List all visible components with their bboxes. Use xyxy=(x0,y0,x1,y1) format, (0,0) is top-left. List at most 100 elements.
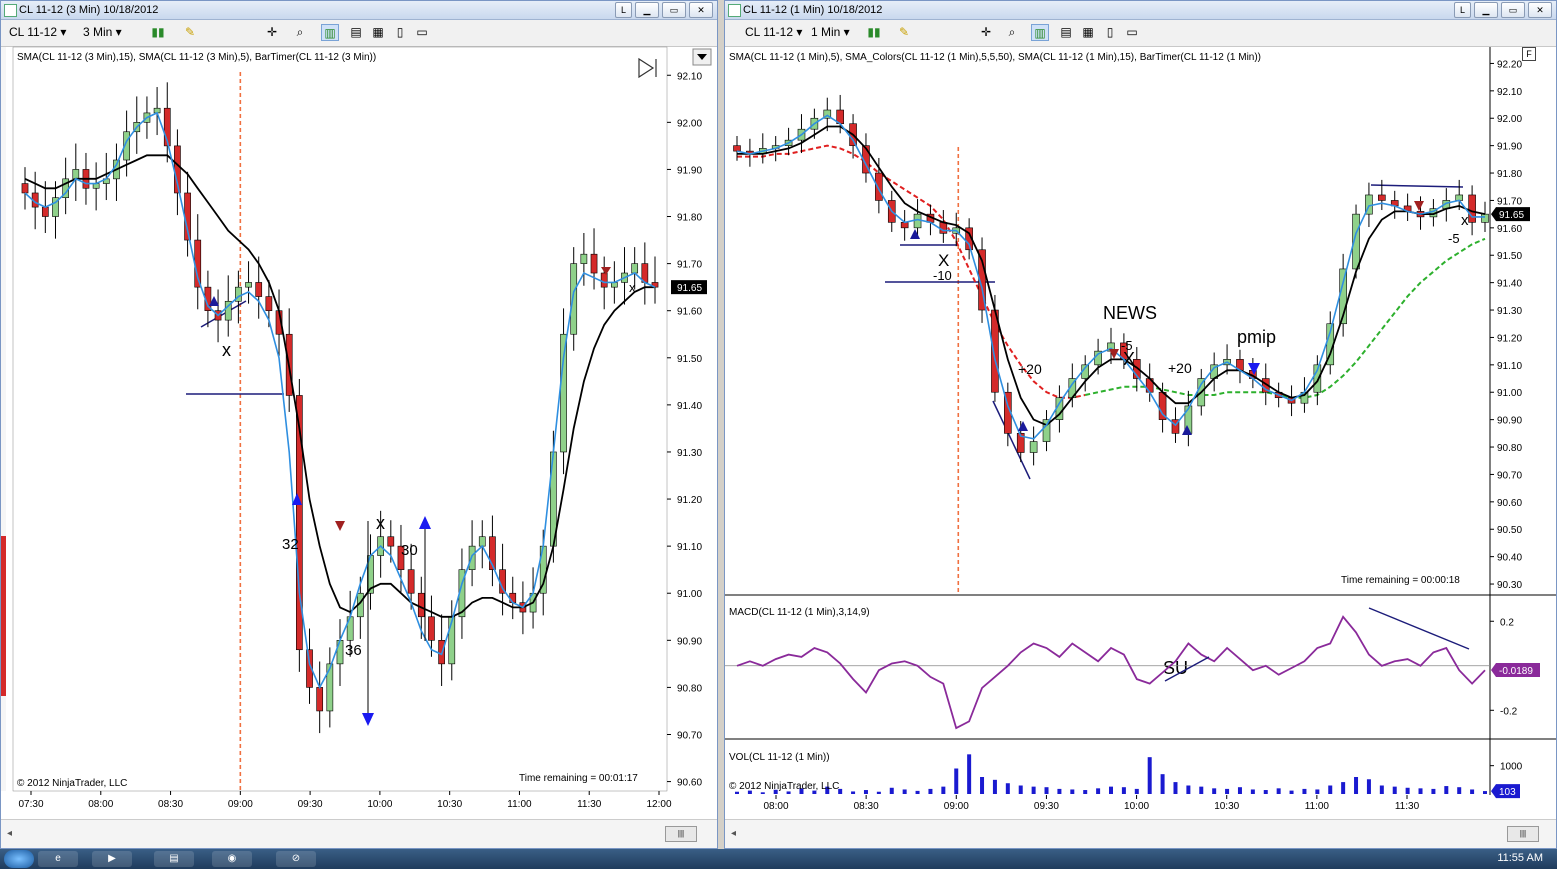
y-tick-label: 92.20 xyxy=(1497,59,1522,70)
y-tick-label: 90.50 xyxy=(1497,525,1522,536)
chart-annotation: 32 xyxy=(282,536,299,553)
volume-bar xyxy=(902,789,907,794)
chart-annotation: x xyxy=(376,513,385,533)
left-edge-marker xyxy=(1,536,6,696)
y-tick-label: 92.00 xyxy=(677,118,702,129)
volume-bar xyxy=(1263,790,1268,794)
volume-bar xyxy=(1250,789,1255,794)
candle-body xyxy=(560,333,567,453)
taskbar-media-icon[interactable]: ▶ xyxy=(92,851,132,867)
volume-bar xyxy=(1237,787,1242,794)
volume-bar xyxy=(1379,785,1384,794)
volume-bar xyxy=(1315,789,1320,794)
volume-bar xyxy=(735,791,739,794)
y-tick-label: 91.90 xyxy=(1497,142,1522,153)
left-time-remaining: Time remaining = 00:01:17 xyxy=(519,773,638,784)
taskbar-ninjatrader-icon[interactable]: ◉ xyxy=(212,851,252,867)
x-tick-label: 09:30 xyxy=(1034,801,1059,812)
candle-body xyxy=(245,282,252,288)
right-horizontal-scrollbar[interactable]: ◂ ||| xyxy=(725,819,1556,848)
y-tick-label: 90.60 xyxy=(677,778,702,789)
volume-bar xyxy=(1173,782,1178,794)
y-tick-label: 90.80 xyxy=(677,683,702,694)
y-tick-label: 91.40 xyxy=(1497,279,1522,290)
taskbar-folder-icon[interactable]: ▤ xyxy=(154,851,194,867)
y-tick-label: 91.80 xyxy=(677,213,702,224)
scroll-left-icon[interactable]: ◂ xyxy=(731,828,736,839)
scroll-left-icon[interactable]: ◂ xyxy=(7,828,12,839)
volume-bar xyxy=(928,788,933,794)
candle-body xyxy=(478,536,486,547)
volume-tick-label: 1000 xyxy=(1500,762,1523,773)
chart-annotation: NEWS xyxy=(1103,303,1157,323)
y-tick-label: 91.30 xyxy=(1497,306,1522,317)
candle-body xyxy=(336,640,344,665)
volume-bar xyxy=(954,768,959,794)
chart-annotation: 36 xyxy=(345,642,362,659)
y-tick-label: 90.60 xyxy=(1497,498,1522,509)
float-toggle-button[interactable]: F xyxy=(1522,47,1536,61)
y-tick-label: 91.30 xyxy=(677,448,702,459)
candle-body xyxy=(913,213,922,229)
x-tick-label: 11:30 xyxy=(577,799,602,810)
volume-bar xyxy=(1005,783,1010,794)
taskbar-app-icon[interactable]: ⊘ xyxy=(276,851,316,867)
x-tick-label: 08:30 xyxy=(158,799,183,810)
y-tick-label: 91.20 xyxy=(677,495,702,506)
macd-tick-label: 0.2 xyxy=(1500,617,1514,628)
volume-bar xyxy=(1096,788,1101,794)
scroll-thumb[interactable]: ||| xyxy=(1507,826,1539,842)
candle-body xyxy=(875,172,883,201)
left-horizontal-scrollbar[interactable]: ◂ ||| xyxy=(1,819,717,848)
candle-body xyxy=(316,687,324,712)
taskbar-ie-icon[interactable]: e xyxy=(38,851,78,867)
volume-bar xyxy=(1276,788,1281,794)
x-tick-label: 12:00 xyxy=(646,799,671,810)
y-tick-label: 91.70 xyxy=(677,260,702,271)
volume-bar xyxy=(1392,786,1397,794)
volume-bar xyxy=(1457,787,1462,794)
taskbar: e ▶ ▤ ◉ ⊘ 11:55 AM xyxy=(0,849,1557,869)
y-tick-label: 91.70 xyxy=(1497,196,1522,207)
chart-annotation: -5 xyxy=(1448,231,1460,246)
volume-bar xyxy=(863,790,868,794)
chart-annotation: X xyxy=(938,251,949,270)
right-chart-window: CL 11-12 (1 Min) 10/18/2012 L ▁ ▭ ✕ CL 1… xyxy=(724,0,1557,849)
right-chart-svg[interactable]: 92.20 92.10 92.00 91.90 91.80 91.70 91.60 91.50… xyxy=(725,1,1556,821)
chart-annotation: +20 xyxy=(1168,360,1192,376)
volume-bar xyxy=(1186,785,1191,794)
candle-body xyxy=(580,253,588,264)
x-tick-label: 10:30 xyxy=(1214,801,1239,812)
y-tick-label: 92.00 xyxy=(1497,114,1522,125)
x-tick-label: 10:00 xyxy=(367,799,392,810)
x-tick-label: 11:00 xyxy=(1305,801,1330,812)
volume-bar xyxy=(1070,789,1075,794)
volume-bar xyxy=(941,786,946,794)
candle-body xyxy=(265,296,273,311)
volume-bar xyxy=(1160,774,1165,794)
scroll-thumb[interactable]: ||| xyxy=(665,826,697,842)
candle-body xyxy=(733,145,741,152)
candle-body xyxy=(509,592,517,603)
chart-annotation: x xyxy=(1461,212,1469,229)
volume-bar xyxy=(876,791,881,794)
volume-bar xyxy=(889,787,894,794)
x-tick-label: 08:30 xyxy=(854,801,879,812)
volume-bar xyxy=(760,792,765,794)
chart-annotation: -10 xyxy=(933,268,952,283)
y-tick-label: 90.90 xyxy=(1497,416,1522,427)
volume-bar xyxy=(851,791,856,794)
candle-body xyxy=(428,616,435,641)
left-copyright: © 2012 NinjaTrader, LLC xyxy=(17,778,128,789)
left-chart-svg[interactable]: 92.10 92.00 91.90 91.80 91.70 91.60 91.50 91.40… xyxy=(1,1,717,821)
candle-body xyxy=(600,272,608,288)
volume-bar xyxy=(992,779,997,794)
right-indicator-label: SMA(CL 11-12 (1 Min),5), SMA_Colors(CL 1… xyxy=(729,52,1262,63)
macd-label: MACD(CL 11-12 (1 Min),3,14,9) xyxy=(729,607,870,618)
candle-body xyxy=(1029,441,1038,453)
volume-bar xyxy=(915,790,920,794)
y-tick-label: 90.40 xyxy=(1497,553,1522,564)
start-button[interactable] xyxy=(4,850,34,868)
y-tick-label: 90.80 xyxy=(1497,443,1522,454)
y-tick-label: 91.50 xyxy=(677,354,702,365)
